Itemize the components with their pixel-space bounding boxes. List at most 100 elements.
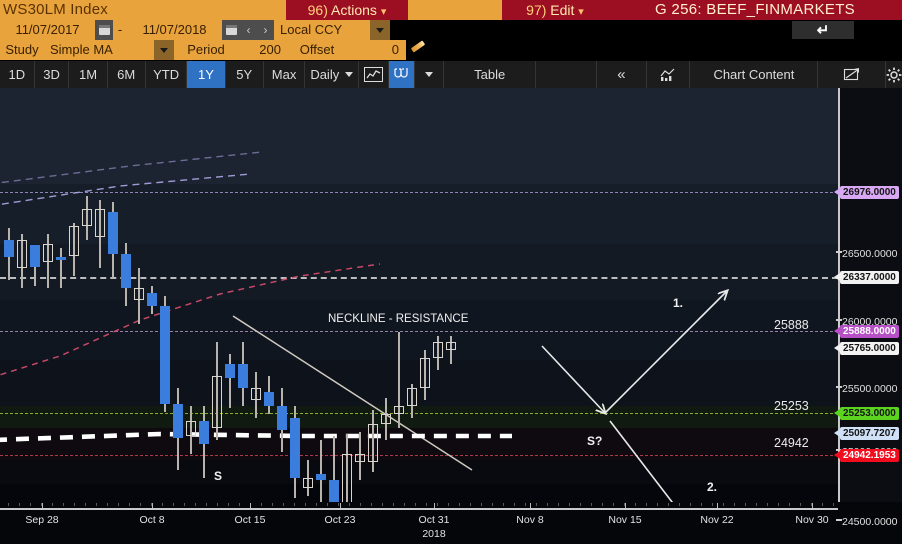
candle-wick <box>320 440 322 502</box>
range-button-ytd[interactable]: YTD <box>146 61 188 88</box>
range-button-1d[interactable]: 1D <box>0 61 35 88</box>
edit-caret-icon: ▾ <box>578 6 584 18</box>
collapse-panel-button[interactable]: « <box>597 61 647 88</box>
range-button-1m[interactable]: 1M <box>69 61 108 88</box>
range-button-6m[interactable]: 6M <box>108 61 146 88</box>
candle-body <box>56 257 66 260</box>
price-pill-26337[interactable]: 26337.0000 <box>840 271 899 284</box>
start-date-calendar-icon[interactable] <box>95 20 113 40</box>
date-minor-tick <box>723 503 724 506</box>
level-label-25253: 25253 <box>774 399 809 413</box>
price-pill-pointer <box>834 327 840 335</box>
price-pill-24942[interactable]: 24942.1953 <box>840 449 899 462</box>
date-minor-tick <box>206 503 207 506</box>
chart-content-button[interactable]: Chart Content <box>690 61 819 88</box>
candle-body <box>30 245 40 267</box>
range-button-max[interactable]: Max <box>264 61 306 88</box>
next-period-button[interactable]: › <box>257 20 274 40</box>
date-minor-tick <box>85 503 86 506</box>
range-button-1y[interactable]: 1Y <box>187 61 226 88</box>
price-pill-26976[interactable]: 26976.0000 <box>840 186 899 199</box>
table-button[interactable]: Table <box>444 61 537 88</box>
end-date-input[interactable]: 11/07/2018 <box>127 20 222 40</box>
date-minor-tick <box>8 503 9 506</box>
date-tick-mark <box>42 503 43 508</box>
plug-icon[interactable] <box>388 61 415 88</box>
candle-body <box>173 404 183 438</box>
prev-period-button[interactable]: ‹ <box>240 20 257 40</box>
price-pill-25765[interactable]: 25765.0000 <box>840 342 899 355</box>
security-title[interactable]: WS30LM Index <box>0 0 276 20</box>
date-minor-tick <box>338 503 339 506</box>
annotation-scenario-2: 2. <box>707 480 718 494</box>
actions-menu-button[interactable]: 96) Actions ▾ <box>286 0 408 20</box>
price-pill-25253[interactable]: 25253.0000 <box>840 407 899 420</box>
date-minor-tick <box>382 503 383 506</box>
date-minor-tick <box>470 503 471 506</box>
date-tick-mark <box>434 503 435 508</box>
edit-menu-button[interactable]: 97) Edit ▾ <box>502 0 608 20</box>
price-pill-pointer <box>834 409 840 417</box>
price-pill-pointer <box>834 188 840 196</box>
end-date-calendar-icon[interactable] <box>222 20 240 40</box>
chart-area[interactable]: NECKLINE - RESISTANCE S H S? 1. 2. 25888… <box>0 88 902 544</box>
date-minor-tick <box>184 503 185 506</box>
date-minor-tick <box>327 503 328 506</box>
undo-button[interactable]: ↵ <box>792 21 854 39</box>
date-minor-tick <box>107 503 108 506</box>
date-minor-tick <box>613 503 614 506</box>
date-minor-tick <box>404 503 405 506</box>
price-axis-line <box>838 88 840 502</box>
range-button-3d[interactable]: 3D <box>35 61 70 88</box>
price-pill-25888[interactable]: 25888.0000 <box>840 325 899 338</box>
date-tick-mark <box>530 503 531 508</box>
price-pill-pointer <box>834 344 840 352</box>
study-chevron-down-icon[interactable] <box>154 40 174 60</box>
pencil-icon[interactable] <box>406 40 430 60</box>
candle-body <box>303 478 313 488</box>
date-tick-label: Oct 15 <box>234 514 266 526</box>
candle-wick <box>229 354 231 408</box>
chart-bars-icon[interactable] <box>647 61 691 88</box>
price-pill-25097[interactable]: 25097.7207 <box>840 427 899 440</box>
line-chart-icon[interactable] <box>359 61 389 88</box>
date-minor-tick <box>591 503 592 506</box>
date-tick-mark <box>625 503 626 508</box>
date-minor-tick <box>734 503 735 506</box>
date-minor-tick <box>492 503 493 506</box>
date-minor-tick <box>52 503 53 506</box>
date-separator: - <box>113 20 127 40</box>
date-range-bar: 11/07/2017 - 11/07/2018 ‹ › Local CCY ↵ <box>0 20 902 40</box>
date-minor-tick <box>250 503 251 506</box>
currency-chevron-down-icon[interactable] <box>370 20 390 40</box>
period-input[interactable]: 200 <box>238 40 288 60</box>
date-minor-tick <box>701 503 702 506</box>
date-minor-tick <box>415 503 416 506</box>
title-spacer <box>276 0 286 20</box>
date-tick-label: Nov 8 <box>516 514 544 526</box>
date-minor-tick <box>360 503 361 506</box>
period-label: Period <box>174 40 238 60</box>
candle-body <box>4 240 14 257</box>
date-minor-tick <box>580 503 581 506</box>
range-button-5y[interactable]: 5Y <box>226 61 264 88</box>
price-pill-pointer <box>834 273 840 281</box>
frequency-select[interactable]: Daily <box>305 61 360 88</box>
date-minor-tick <box>503 503 504 506</box>
start-date-input[interactable]: 11/07/2017 <box>0 20 95 40</box>
offset-input[interactable]: 0 <box>346 40 406 60</box>
date-tick-label: Nov 30 <box>795 514 829 526</box>
chart-type-chevron-down-icon[interactable] <box>415 61 445 88</box>
annotate-icon[interactable] <box>818 61 887 88</box>
date-axis[interactable]: Sep 28 Oct 8 Oct 15 Oct 23 Oct 31 Nov 8 Nov 15… <box>0 502 838 544</box>
candle-body <box>381 414 391 424</box>
date-tick-label: Nov 22 <box>700 514 734 526</box>
date-minor-tick <box>129 503 130 506</box>
study-value-select[interactable]: Simple MA <box>44 40 154 60</box>
currency-select[interactable]: Local CCY <box>274 20 370 40</box>
date-minor-tick <box>712 503 713 506</box>
plot-region[interactable]: NECKLINE - RESISTANCE S H S? 1. 2. 25888… <box>0 88 838 502</box>
date-tick-label: Sep 28 <box>25 514 59 526</box>
gear-icon[interactable] <box>886 61 902 88</box>
candle-body <box>95 209 105 237</box>
